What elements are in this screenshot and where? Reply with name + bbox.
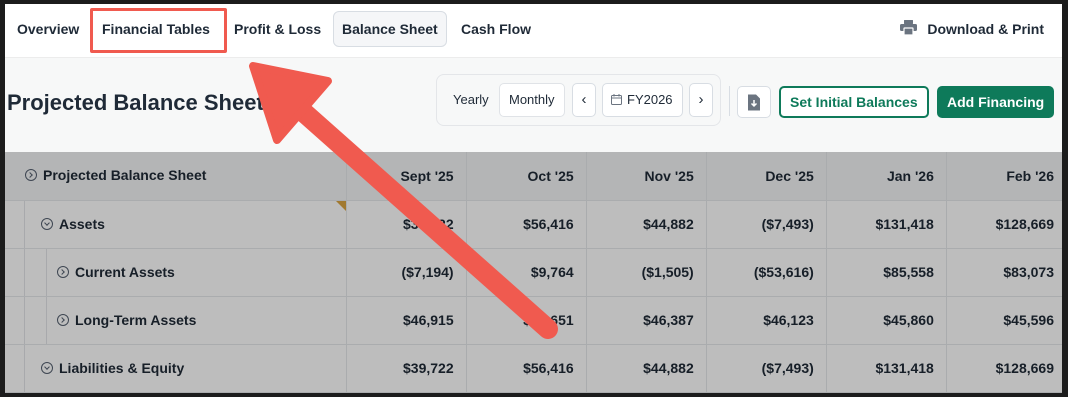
table-cell[interactable]: $39,722: [346, 344, 467, 393]
table-cell[interactable]: $131,418: [826, 200, 947, 249]
table-cell[interactable]: $56,416: [466, 344, 587, 393]
fiscal-year-label: FY2026: [627, 92, 673, 107]
row-label-text: Assets: [59, 215, 105, 232]
tab-profit-loss[interactable]: Profit & Loss: [226, 11, 329, 47]
table-cell[interactable]: $46,651: [466, 296, 587, 345]
expand-circle-icon[interactable]: [57, 313, 69, 326]
table-cell[interactable]: $128,669: [946, 200, 1062, 249]
toolbar: Projected Balance Sheet Yearly Monthly ‹…: [5, 58, 1062, 152]
set-initial-balances-button[interactable]: Set Initial Balances: [779, 86, 929, 118]
top-nav: Overview Financial Tables Profit & Loss …: [5, 4, 1062, 58]
tab-financial-tables[interactable]: Financial Tables: [94, 11, 218, 47]
column-header: Nov '25: [586, 152, 707, 201]
row-label-current-assets[interactable]: Current Assets: [5, 248, 347, 297]
tab-cash-flow[interactable]: Cash Flow: [453, 11, 539, 47]
row-label-long-term-assets[interactable]: Long-Term Assets: [5, 296, 347, 345]
table-cell[interactable]: $39,722: [346, 200, 467, 249]
download-print-label: Download & Print: [927, 21, 1044, 37]
table-cell[interactable]: $85,558: [826, 248, 947, 297]
collapse-circle-icon[interactable]: [41, 361, 53, 374]
add-financing-button[interactable]: Add Financing: [937, 86, 1055, 118]
row-label-text: Current Assets: [75, 263, 175, 280]
table-cell[interactable]: ($7,194): [346, 248, 467, 297]
row-label-assets[interactable]: Assets: [5, 200, 347, 249]
table-cell[interactable]: ($1,505): [586, 248, 707, 297]
balance-sheet-table: Projected Balance Sheet Sept '25 Oct '25…: [5, 152, 1062, 393]
table-cell[interactable]: $131,418: [826, 344, 947, 393]
table-cell[interactable]: $56,416: [466, 200, 587, 249]
table-cell[interactable]: $44,882: [586, 200, 707, 249]
table-row: Long-Term Assets $46,915 $46,651 $46,387…: [5, 296, 1062, 345]
table-cell[interactable]: $45,860: [826, 296, 947, 345]
table-row: Current Assets ($7,194) $9,764 ($1,505) …: [5, 248, 1062, 297]
column-header: Dec '25: [706, 152, 827, 201]
table-header-row: Projected Balance Sheet Sept '25 Oct '25…: [5, 152, 1062, 201]
note-flag-icon: [335, 200, 346, 211]
calendar-icon: [611, 85, 622, 117]
app-window: Overview Financial Tables Profit & Loss …: [5, 4, 1062, 393]
row-label-text: Long-Term Assets: [75, 311, 197, 328]
header-label-text: Projected Balance Sheet: [43, 167, 207, 184]
table-cell[interactable]: $83,073: [946, 248, 1062, 297]
table-cell[interactable]: $9,764: [466, 248, 587, 297]
period-monthly-toggle[interactable]: Monthly: [499, 83, 565, 117]
chevron-left-icon: ‹: [581, 91, 587, 108]
table-cell[interactable]: $46,123: [706, 296, 827, 345]
fiscal-year-select[interactable]: FY2026: [602, 83, 683, 117]
prev-year-button[interactable]: ‹: [572, 83, 596, 117]
download-print-button[interactable]: Download & Print: [900, 11, 1044, 47]
column-header: Oct '25: [466, 152, 587, 201]
table-cell[interactable]: $46,387: [586, 296, 707, 345]
tab-balance-sheet[interactable]: Balance Sheet: [333, 11, 447, 47]
table-cell[interactable]: ($53,616): [706, 248, 827, 297]
next-year-button[interactable]: ›: [689, 83, 713, 117]
chevron-right-icon: ›: [698, 91, 704, 108]
expand-circle-icon[interactable]: [57, 265, 69, 278]
table-cell[interactable]: ($7,493): [706, 200, 827, 249]
table-cell[interactable]: $46,915: [346, 296, 467, 345]
table-cell[interactable]: $45,596: [946, 296, 1062, 345]
download-file-icon: [748, 94, 760, 111]
expand-circle-icon[interactable]: [25, 169, 37, 182]
column-header: Jan '26: [826, 152, 947, 201]
column-header: Feb '26: [946, 152, 1062, 201]
table-cell[interactable]: ($7,493): [706, 344, 827, 393]
tab-overview[interactable]: Overview: [9, 11, 87, 47]
table-row: Liabilities & Equity $39,722 $56,416 $44…: [5, 344, 1062, 393]
export-button[interactable]: [737, 86, 771, 118]
period-controls: Yearly Monthly ‹ FY2026 ›: [436, 74, 721, 126]
table-cell[interactable]: $128,669: [946, 344, 1062, 393]
printer-icon: [900, 12, 918, 48]
row-label-text: Liabilities & Equity: [59, 359, 185, 376]
page-title: Projected Balance Sheet: [7, 90, 264, 115]
table-header-label[interactable]: Projected Balance Sheet: [5, 152, 347, 201]
period-yearly-toggle[interactable]: Yearly: [444, 83, 498, 117]
table-cell[interactable]: $44,882: [586, 344, 707, 393]
collapse-circle-icon[interactable]: [41, 217, 53, 230]
toolbar-divider: [729, 86, 730, 116]
row-label-liabilities-equity[interactable]: Liabilities & Equity: [5, 344, 347, 393]
column-header: Sept '25: [346, 152, 467, 201]
table-row: Assets $39,722 $56,416 $44,882 ($7,493) …: [5, 200, 1062, 249]
